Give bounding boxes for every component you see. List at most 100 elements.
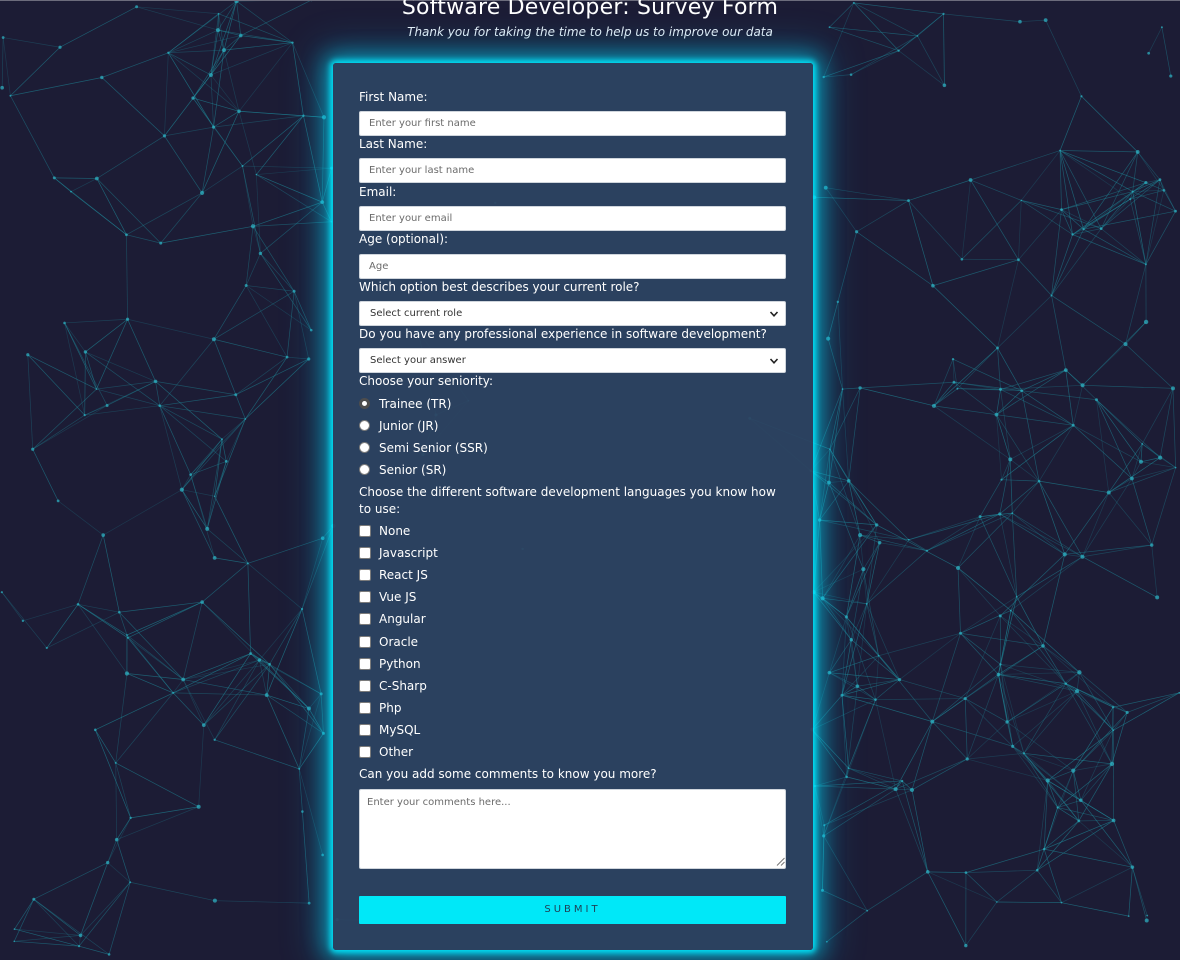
network-line	[848, 480, 909, 541]
network-line	[130, 806, 199, 819]
network-line	[247, 563, 303, 610]
checkbox[interactable]	[359, 680, 371, 692]
network-line	[911, 721, 933, 791]
network-node	[841, 388, 844, 390]
network-line	[1072, 234, 1147, 265]
network-line	[811, 729, 849, 769]
radio-button[interactable]	[359, 464, 370, 475]
network-node	[1127, 915, 1130, 918]
network-line	[965, 901, 998, 946]
network-node	[1082, 228, 1085, 231]
network-node	[70, 190, 72, 193]
network-node	[258, 251, 263, 256]
submit-button[interactable]: SUBMIT	[359, 896, 786, 924]
network-line	[848, 387, 861, 481]
network-line	[825, 187, 909, 201]
network-line	[1065, 369, 1083, 386]
network-node	[909, 787, 915, 793]
network-line	[1021, 369, 1066, 392]
network-node	[964, 871, 968, 874]
comments-textarea[interactable]	[359, 789, 786, 869]
network-node	[1135, 150, 1140, 154]
radio-button[interactable]	[359, 442, 370, 453]
network-node	[1106, 490, 1111, 495]
network-node	[13, 940, 16, 943]
first-name-input[interactable]	[359, 111, 786, 136]
network-node	[179, 487, 184, 492]
network-line	[235, 356, 288, 396]
survey-form: First Name: Last Name: Email: Age (optio…	[333, 63, 813, 950]
network-line	[190, 461, 227, 475]
network-node	[998, 614, 1002, 618]
network-line	[1036, 820, 1080, 871]
network-line	[116, 839, 131, 883]
network-line	[320, 693, 324, 734]
network-line	[932, 285, 998, 349]
radio-button[interactable]	[359, 398, 370, 409]
network-line	[1113, 712, 1128, 731]
network-line	[1023, 683, 1067, 754]
language-option-label: Javascript	[379, 546, 438, 560]
network-line	[1112, 706, 1128, 713]
network-line	[856, 200, 909, 233]
network-node	[998, 512, 1002, 516]
network-line	[966, 721, 1008, 760]
network-line	[1059, 150, 1084, 230]
checkbox[interactable]	[359, 724, 371, 736]
network-line	[823, 50, 899, 78]
checkbox[interactable]	[359, 525, 371, 537]
network-line	[1044, 848, 1133, 868]
network-line	[1080, 800, 1133, 868]
language-option-label: Php	[379, 701, 402, 715]
checkbox[interactable]	[359, 569, 371, 581]
network-line	[1128, 867, 1133, 917]
radio-button[interactable]	[359, 420, 370, 431]
checkbox[interactable]	[359, 702, 371, 714]
last-name-input[interactable]	[359, 158, 786, 183]
network-node	[320, 200, 325, 205]
network-line	[1016, 556, 1083, 597]
network-line	[1006, 683, 1066, 723]
network-line	[811, 695, 843, 730]
email-input[interactable]	[359, 206, 786, 231]
network-line	[182, 679, 205, 726]
network-line	[846, 616, 858, 687]
network-line	[2, 37, 11, 96]
network-node	[857, 532, 863, 538]
network-node	[1079, 798, 1083, 803]
network-line	[256, 167, 332, 175]
network-line	[1051, 234, 1073, 296]
network-line	[78, 945, 110, 955]
network-node	[306, 706, 311, 711]
role-select[interactable]: Select current role	[359, 301, 786, 326]
network-line	[1076, 690, 1114, 708]
checkbox[interactable]	[359, 547, 371, 559]
network-node	[1020, 199, 1023, 202]
checkbox[interactable]	[359, 591, 371, 603]
network-line	[214, 739, 300, 770]
network-line	[181, 438, 223, 490]
network-node	[1009, 609, 1012, 612]
checkbox[interactable]	[359, 746, 371, 758]
network-node	[319, 692, 323, 696]
checkbox[interactable]	[359, 636, 371, 648]
network-line	[842, 387, 861, 390]
network-line	[206, 496, 216, 529]
network-line	[94, 729, 131, 819]
network-line	[198, 725, 205, 807]
network-line	[824, 789, 913, 826]
checkbox[interactable]	[359, 658, 371, 670]
network-line	[1023, 753, 1058, 808]
network-node	[321, 853, 324, 857]
network-node	[849, 638, 854, 642]
network-node	[191, 96, 195, 100]
experience-select[interactable]: Select your answer	[359, 348, 786, 373]
age-input[interactable]	[359, 254, 786, 279]
network-line	[213, 115, 304, 128]
network-node	[300, 607, 304, 611]
checkbox[interactable]	[359, 613, 371, 625]
network-node	[1158, 178, 1162, 182]
network-node	[1042, 847, 1046, 851]
resize-grip-icon[interactable]	[776, 857, 785, 866]
network-node	[56, 499, 60, 503]
